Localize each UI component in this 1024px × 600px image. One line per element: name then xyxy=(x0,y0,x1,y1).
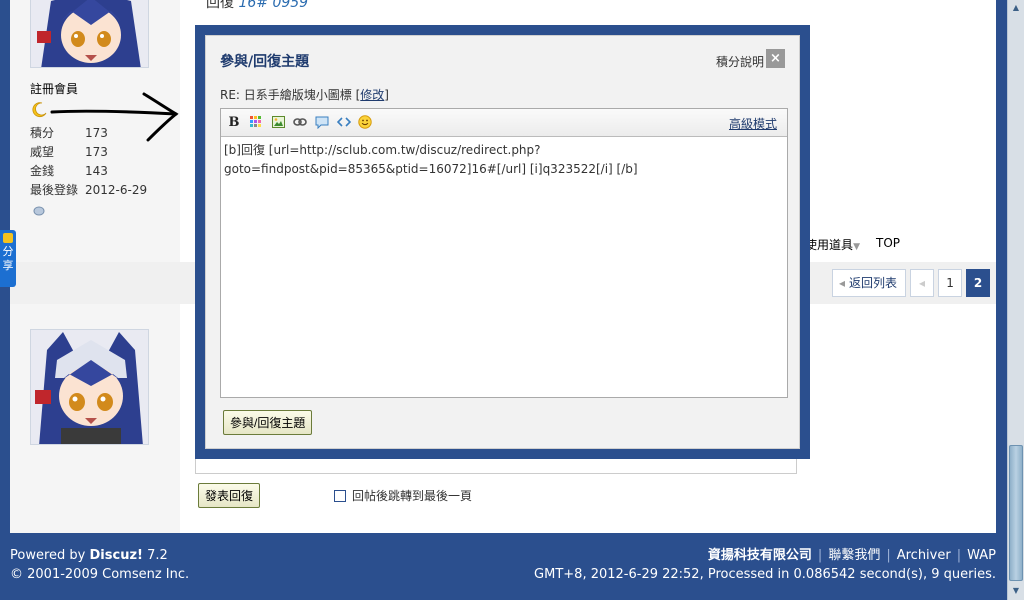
wap-link[interactable]: WAP xyxy=(967,548,996,563)
reply-editor: B 高級模式 [b]回復 [url=http://sclub.com.tw/di… xyxy=(220,108,788,398)
color-grid-icon[interactable] xyxy=(249,115,263,129)
use-items-menu[interactable]: 使用道具▼ xyxy=(805,236,860,253)
stat-row: 最後登錄 2012-6-29 xyxy=(30,183,148,197)
avatar-user2[interactable] xyxy=(30,329,149,445)
top-link[interactable]: TOP xyxy=(876,236,900,253)
back-to-list-button[interactable]: ◂ 返回列表 xyxy=(832,269,907,297)
quote-icon[interactable] xyxy=(315,115,329,129)
close-icon[interactable]: × xyxy=(766,49,785,68)
scroll-down-icon[interactable]: ▼ xyxy=(1009,583,1023,599)
image-icon[interactable] xyxy=(271,115,285,129)
scrollbar-thumb[interactable] xyxy=(1009,445,1023,581)
copyright: © 2001-2009 Comsenz Inc. xyxy=(10,567,190,582)
share-icon xyxy=(3,233,13,243)
submit-reply-button[interactable]: 參與/回復主題 xyxy=(223,410,313,435)
reply-dialog: 參與/回復主題 積分說明 × RE: 日系手繪版塊小圖標 [修改] B 高級模式… xyxy=(195,25,810,459)
page-2-current: 2 xyxy=(966,269,991,297)
share-tab[interactable]: 分 享 xyxy=(0,230,16,287)
company-link[interactable]: 資揚科技有限公司 xyxy=(708,548,812,563)
chevron-down-icon: ▼ xyxy=(853,242,860,252)
page-scrollbar[interactable]: ▲ ▼ xyxy=(1007,0,1024,600)
pager: ◂ 返回列表 ◂ 1 2 xyxy=(832,269,991,297)
discuz-link[interactable]: Discuz! xyxy=(90,548,143,563)
prev-page-button[interactable]: ◂ xyxy=(910,269,935,297)
smiley-icon[interactable] xyxy=(358,115,372,129)
dialog-title: 參與/回復主題 xyxy=(220,54,310,70)
code-icon[interactable] xyxy=(337,115,351,129)
contact-link[interactable]: 聯繫我們 xyxy=(828,548,880,563)
edit-subject-link[interactable]: 修改 xyxy=(360,88,384,102)
footer-credits: Powered by Discuz! 7.2 © 2001-2009 Comse… xyxy=(10,546,189,584)
hand-drawn-arrow-annotation xyxy=(50,92,179,142)
avatar-user1[interactable] xyxy=(30,0,149,68)
post-title: 回復 16# 0959 xyxy=(206,0,309,11)
advanced-mode-link[interactable]: 高級模式 xyxy=(729,115,777,132)
archiver-link[interactable]: Archiver xyxy=(897,548,951,563)
link-icon[interactable] xyxy=(293,115,307,129)
powered-by-line: Powered by Discuz! 7.2 xyxy=(10,548,168,563)
stat-row: 威望 173 xyxy=(30,145,108,159)
moon-rank-icon xyxy=(32,102,47,117)
reply-submit-row: 發表回復 回帖後跳轉到最後一頁 xyxy=(198,483,472,508)
bold-icon[interactable]: B xyxy=(227,115,241,130)
credits-help-link[interactable]: 積分說明 xyxy=(716,53,764,70)
stat-row: 金錢 143 xyxy=(30,164,108,178)
redirect-last-page-checkbox[interactable] xyxy=(334,489,347,502)
reply-content-textarea[interactable]: [b]回復 [url=http://sclub.com.tw/discuz/re… xyxy=(221,137,787,183)
message-icon[interactable] xyxy=(32,205,46,217)
post-tools: 使用道具▼ TOP xyxy=(805,236,900,253)
processing-stats: GMT+8, 2012-6-29 22:52, Processed in 0.0… xyxy=(534,567,996,582)
editor-toolbar: B 高級模式 xyxy=(221,109,787,137)
scroll-up-icon[interactable]: ▲ xyxy=(1009,0,1023,16)
page-1-link[interactable]: 1 xyxy=(938,269,963,297)
footer-links: 資揚科技有限公司 | 聯繫我們 | Archiver | WAP GMT+8, 2012-6… xyxy=(534,548,996,582)
reply-dialog-body: 參與/回復主題 積分說明 × RE: 日系手繪版塊小圖標 [修改] B 高級模式… xyxy=(205,35,800,449)
redirect-last-page-label: 回帖後跳轉到最後一頁 xyxy=(352,489,473,503)
post-reply-button[interactable]: 發表回復 xyxy=(198,483,261,508)
reply-subject: RE: 日系手繪版塊小圖標 [修改] xyxy=(220,88,389,102)
chevron-left-icon: ◂ xyxy=(839,276,846,290)
